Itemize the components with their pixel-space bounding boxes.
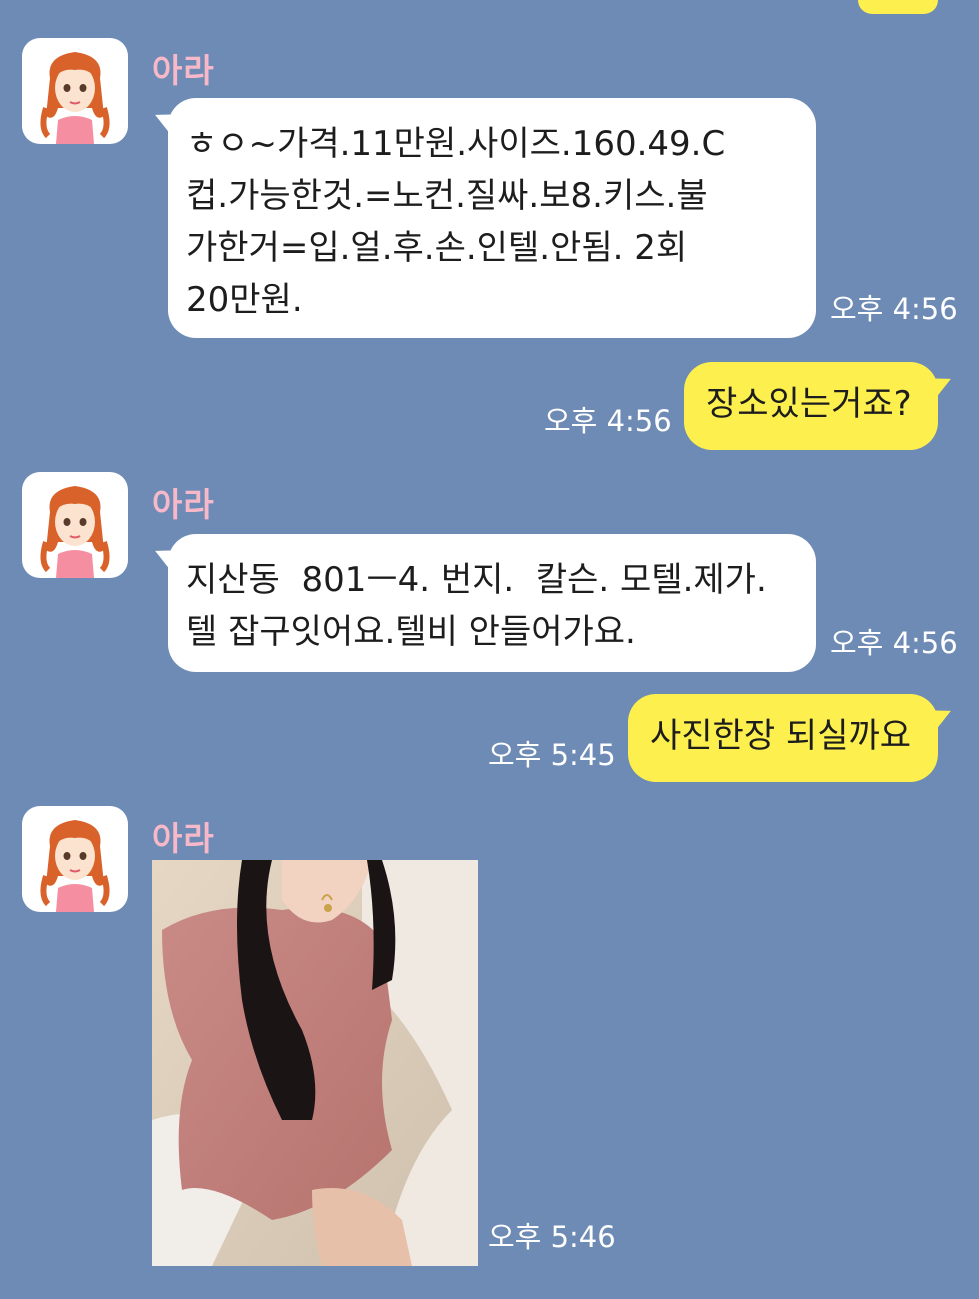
girl-avatar-icon bbox=[40, 486, 110, 578]
message-time: 오후 5:45 bbox=[488, 738, 616, 772]
message-bubble[interactable]: 지산동 801ㅡ4. 번지. 칼슨. 모텔.제가. 텔 잡구잇어요.텔비 안들어… bbox=[168, 534, 816, 672]
avatar[interactable] bbox=[22, 472, 128, 578]
message-time: 오후 5:46 bbox=[488, 1220, 616, 1254]
message-bubble[interactable]: 장소있는거죠? bbox=[684, 362, 938, 450]
sender-name: 아라 bbox=[152, 51, 215, 90]
avatar[interactable] bbox=[22, 806, 128, 912]
photo-image bbox=[152, 860, 478, 1266]
message-time: 오후 4:56 bbox=[544, 404, 672, 438]
girl-avatar-icon bbox=[40, 820, 110, 912]
girl-avatar-icon bbox=[40, 52, 110, 144]
message-time: 오후 4:56 bbox=[830, 292, 958, 326]
sender-name: 아라 bbox=[152, 485, 215, 524]
previous-outgoing-bubble[interactable] bbox=[858, 0, 938, 14]
message-bubble[interactable]: 사진한장 되실까요 bbox=[628, 694, 938, 782]
photo-message[interactable] bbox=[152, 860, 478, 1266]
avatar[interactable] bbox=[22, 38, 128, 144]
message-time: 오후 4:56 bbox=[830, 626, 958, 660]
sender-name: 아라 bbox=[152, 819, 215, 858]
message-bubble[interactable]: ㅎㅇ~가격.11만원.사이즈.160.49.C 컵.가능한것.=노컨.질싸.보8… bbox=[168, 98, 816, 338]
